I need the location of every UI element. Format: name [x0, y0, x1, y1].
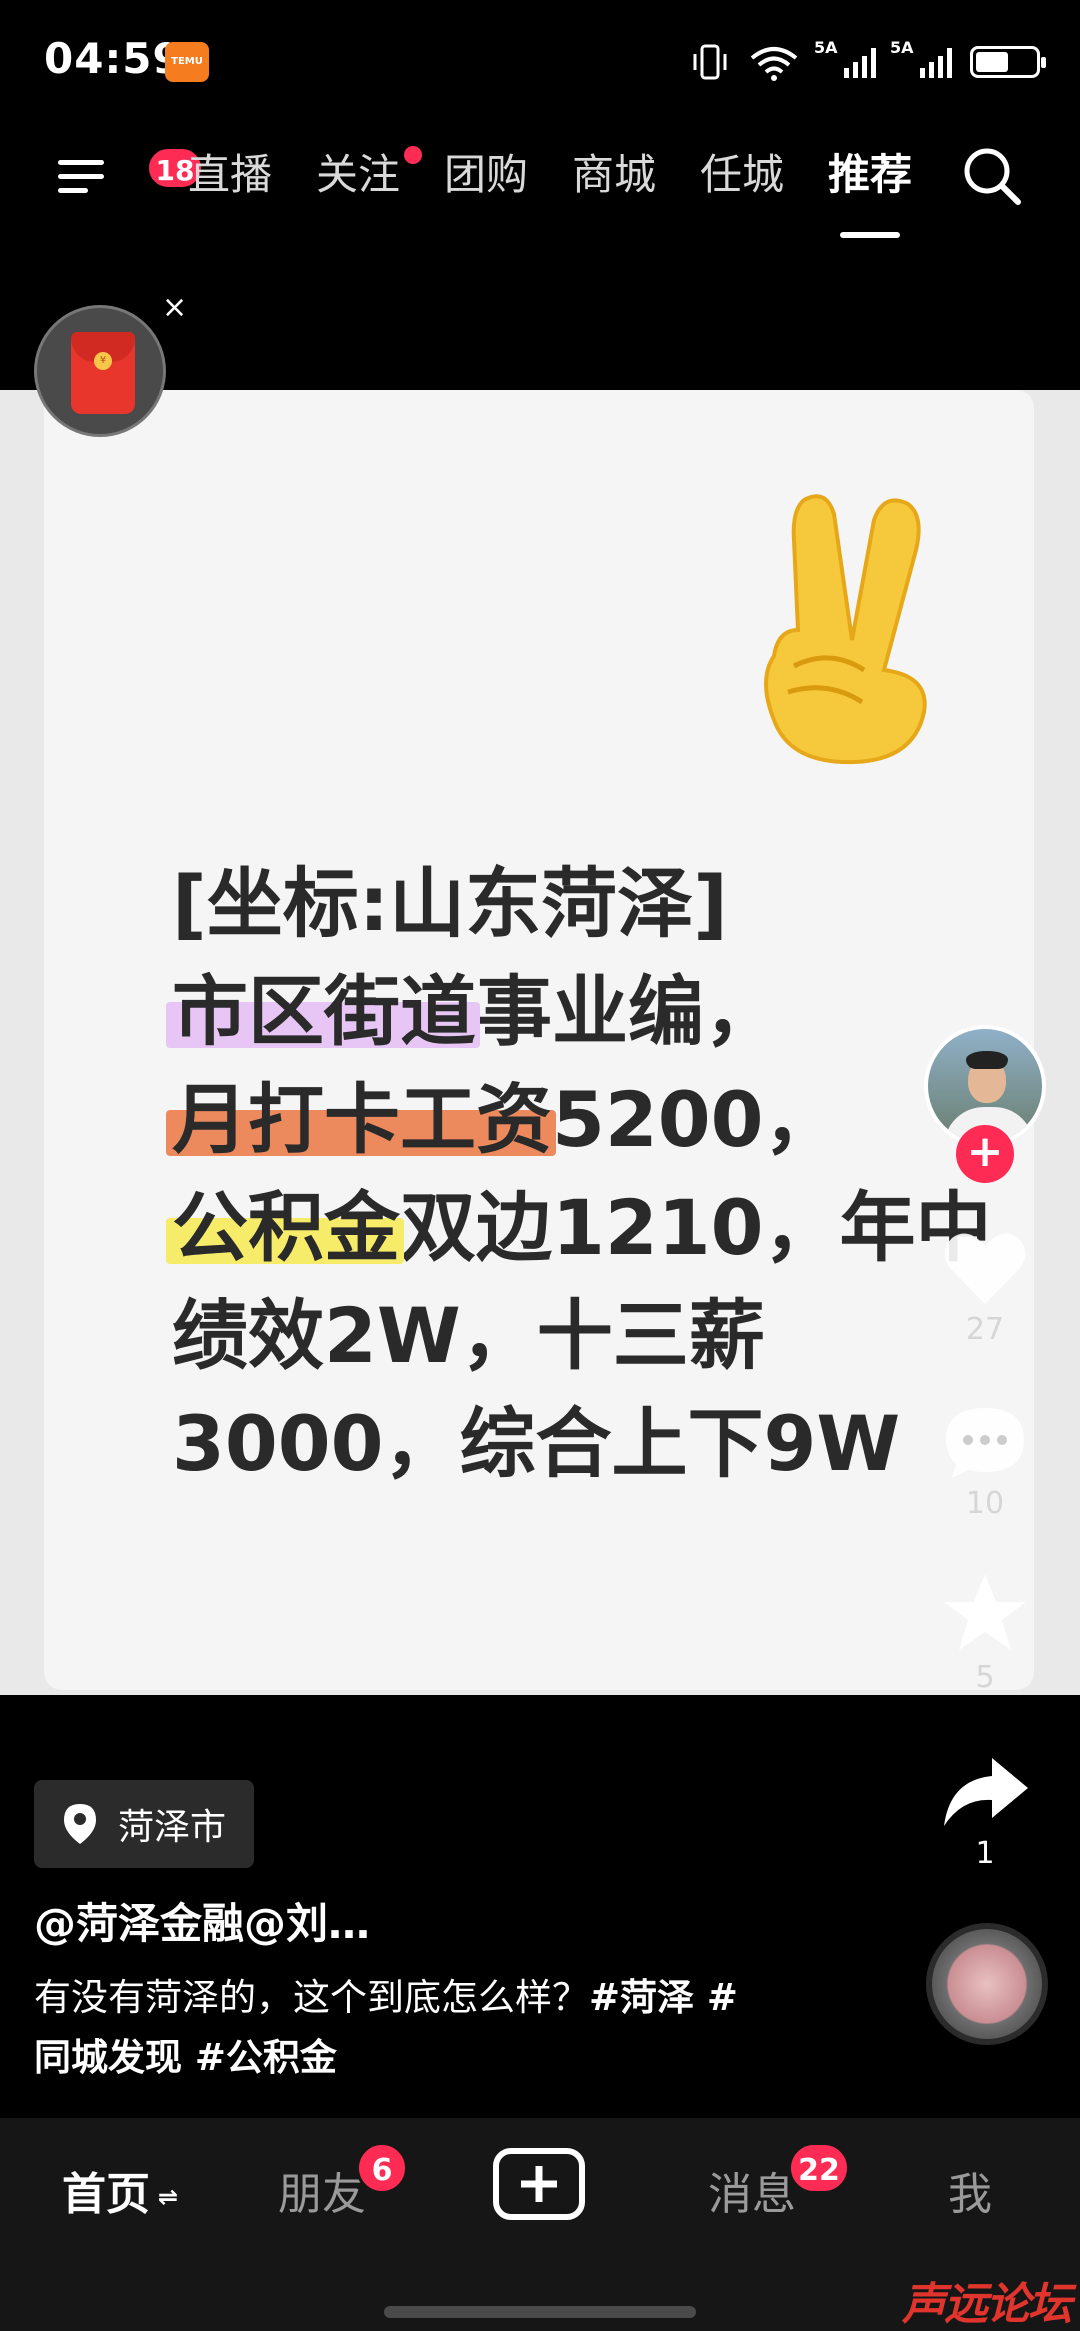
music-disc[interactable]	[926, 1923, 1048, 2045]
create-button[interactable]	[493, 2148, 585, 2220]
follow-button[interactable]: +	[956, 1125, 1014, 1183]
favorite-count: 5	[975, 1660, 995, 1695]
share-button[interactable]: 1	[930, 1752, 1040, 1871]
video-description: 有没有菏泽的，这个到底怎么样？#菏泽 # 同城发现 #公积金	[34, 1976, 738, 2079]
tab-home[interactable]: 首页 ⇌	[62, 2158, 178, 2222]
location-label: 菏泽市	[118, 1807, 227, 1848]
tab-messages[interactable]: 消息	[708, 2158, 796, 2222]
caption-line-5: 绩效2W，十三薪	[172, 1291, 765, 1380]
video-card: [坐标:山东菏泽] 市区街道事业编， 月打卡工资5200， 公积金双边1210，…	[44, 390, 1034, 1690]
wifi-icon	[750, 47, 798, 81]
tab-mall[interactable]: 商城	[572, 140, 700, 210]
friends-badge: 6	[356, 2142, 408, 2194]
like-button[interactable]: 27	[930, 1228, 1040, 1347]
heart-icon	[944, 1233, 1026, 1304]
swap-icon: ⇌	[158, 2183, 179, 2211]
home-indicator[interactable]	[384, 2306, 696, 2318]
caption-line-6: 3000，综合上下9W	[172, 1399, 901, 1488]
red-envelope-icon: ¥	[71, 332, 135, 414]
menu-button[interactable]: 18	[50, 146, 204, 206]
red-packet-button[interactable]: ¥	[34, 305, 166, 437]
hashtag[interactable]: 同城发现 #公积金	[34, 2036, 337, 2079]
tab-following[interactable]: 关注	[316, 140, 444, 210]
search-icon[interactable]	[960, 144, 1024, 208]
like-count: 27	[965, 1312, 1005, 1347]
caption-line-1: [坐标:山东菏泽]	[172, 859, 728, 948]
top-nav: 18 直播 关注 团购 商城 任城 推荐	[0, 120, 1080, 240]
comment-count: 10	[965, 1486, 1005, 1521]
notification-dot	[404, 146, 422, 164]
close-icon[interactable]: ×	[162, 290, 187, 325]
clock: 04:59	[44, 34, 183, 83]
author-name[interactable]: @菏泽金融@刘…	[34, 1890, 370, 1951]
comment-icon	[946, 1408, 1024, 1478]
tab-group-buy[interactable]: 团购	[444, 140, 572, 210]
video-frame[interactable]: [坐标:山东菏泽] 市区街道事业编， 月打卡工资5200， 公积金双边1210，…	[0, 390, 1080, 1695]
vibrate-icon	[693, 44, 727, 80]
battery-icon	[970, 46, 1046, 78]
tab-recommend[interactable]: 推荐	[828, 140, 956, 238]
caption-line-4: 公积金双边1210，年中	[172, 1183, 992, 1272]
location-pin-icon	[64, 1804, 96, 1844]
peace-hand-emoji	[764, 494, 927, 765]
tab-live[interactable]: 直播	[188, 140, 316, 210]
top-tabs: 直播 关注 团购 商城 任城 推荐	[188, 140, 956, 238]
hashtag[interactable]: #菏泽 #	[589, 1976, 738, 2019]
caption-line-2: 市区街道事业编，	[172, 967, 780, 1056]
favorite-button[interactable]: 5	[930, 1570, 1040, 1695]
signal-icon-1: 5A	[814, 38, 876, 78]
tab-local[interactable]: 任城	[700, 140, 828, 210]
comment-button[interactable]: 10	[930, 1402, 1040, 1521]
temu-app-icon: TEMU	[165, 42, 209, 82]
watermark-logo: 声远论坛	[902, 2279, 1072, 2330]
status-bar: 04:59 TEMU 5A 5A	[0, 0, 1080, 120]
share-count: 1	[975, 1836, 995, 1871]
messages-badge: 22	[788, 2142, 850, 2194]
share-icon	[944, 1758, 1028, 1826]
star-icon	[944, 1574, 1026, 1650]
signal-icon-2: 5A	[890, 38, 952, 78]
tab-friends[interactable]: 朋友	[278, 2158, 366, 2222]
caption-line-3: 月打卡工资5200，	[172, 1075, 840, 1164]
status-icons: 5A 5A	[690, 38, 1046, 84]
tab-me[interactable]: 我	[948, 2158, 992, 2222]
video-caption: [坐标:山东菏泽] 市区街道事业编， 月打卡工资5200， 公积金双边1210，…	[172, 850, 1012, 1498]
location-chip[interactable]: 菏泽市	[34, 1780, 254, 1868]
